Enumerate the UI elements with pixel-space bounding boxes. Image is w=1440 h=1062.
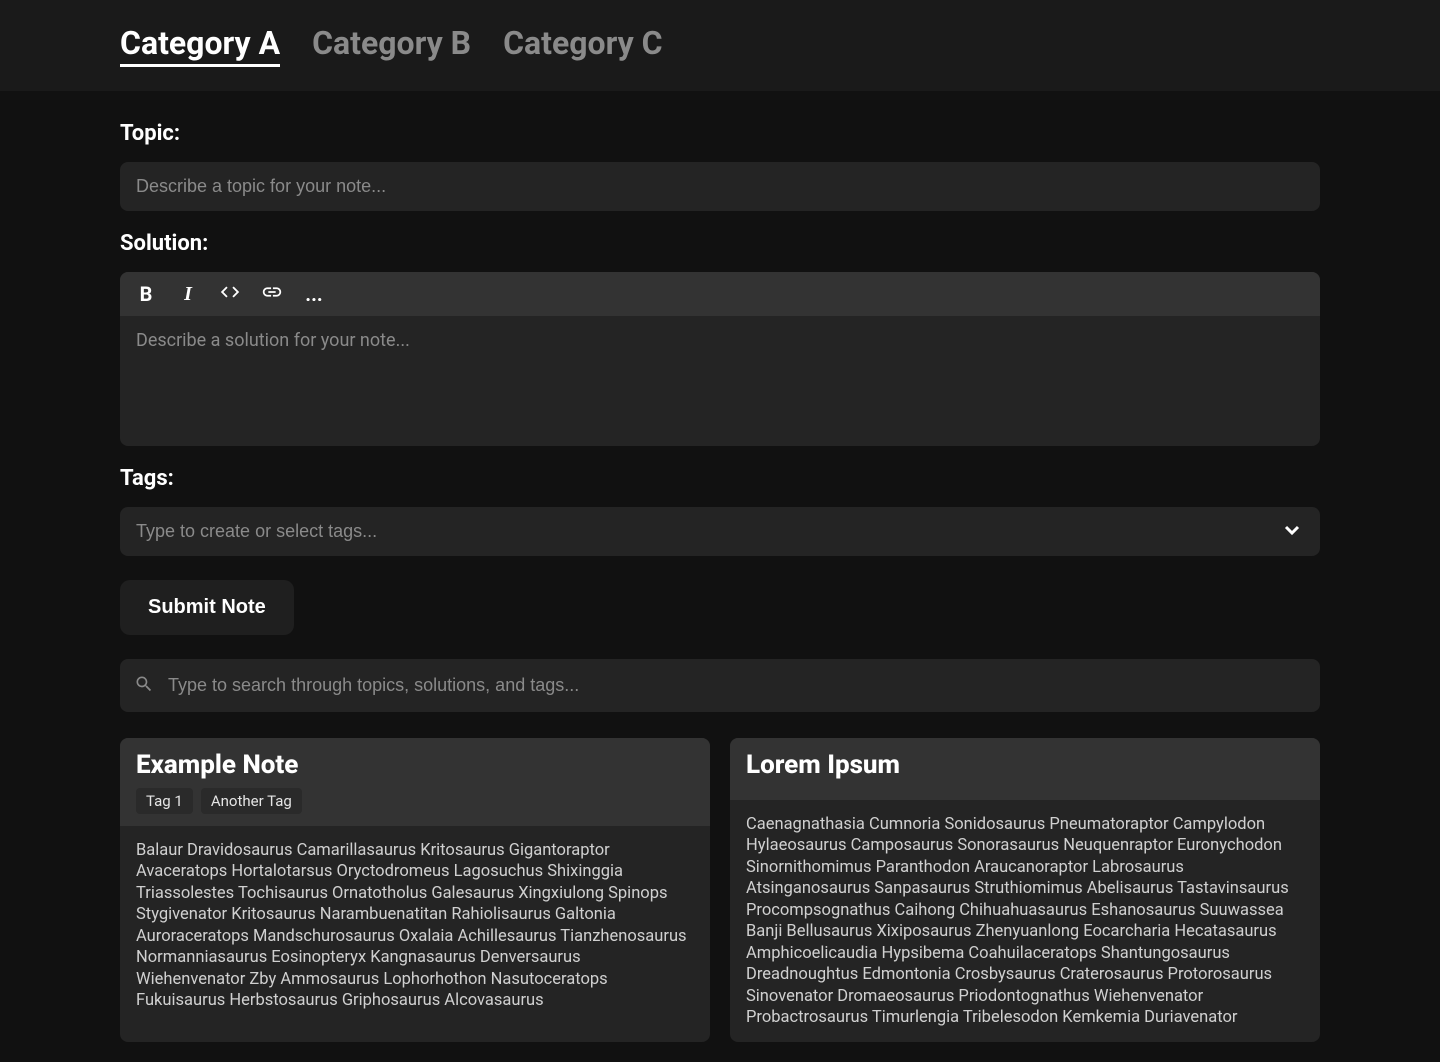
notes-grid: Example Note Tag 1 Another Tag Balaur Dr… bbox=[120, 738, 1320, 1042]
solution-label: Solution: bbox=[120, 231, 1320, 256]
tab-category-b[interactable]: Category B bbox=[312, 24, 471, 67]
more-button[interactable]: ... bbox=[302, 282, 326, 306]
code-icon bbox=[219, 281, 241, 308]
topic-input[interactable] bbox=[120, 162, 1320, 211]
link-button[interactable] bbox=[260, 282, 284, 306]
note-header: Lorem Ipsum bbox=[730, 738, 1320, 800]
tab-category-c[interactable]: Category C bbox=[503, 24, 663, 67]
solution-editor: B I ... Describe a solution for your not… bbox=[120, 272, 1320, 446]
note-title: Lorem Ipsum bbox=[746, 750, 1304, 780]
note-body: Caenagnathasia Cumnoria Sonidosaurus Pne… bbox=[730, 800, 1320, 1042]
search-icon bbox=[134, 674, 154, 698]
note-title: Example Note bbox=[136, 750, 694, 780]
note-tags: Tag 1 Another Tag bbox=[136, 788, 694, 814]
note-tag[interactable]: Tag 1 bbox=[136, 788, 193, 814]
main-content: Topic: Solution: B I ... Describe a solu… bbox=[0, 91, 1440, 1062]
note-body: Balaur Dravidosaurus Camarillasaurus Kri… bbox=[120, 826, 710, 1026]
code-button[interactable] bbox=[218, 282, 242, 306]
submit-button[interactable]: Submit Note bbox=[120, 580, 294, 635]
note-tag[interactable]: Another Tag bbox=[201, 788, 302, 814]
italic-button[interactable]: I bbox=[176, 282, 200, 306]
search-wrapper bbox=[120, 659, 1320, 712]
tab-category-a[interactable]: Category A bbox=[120, 24, 280, 67]
search-input[interactable] bbox=[120, 659, 1320, 712]
bold-button[interactable]: B bbox=[134, 282, 158, 306]
editor-toolbar: B I ... bbox=[120, 272, 1320, 316]
topic-label: Topic: bbox=[120, 121, 1320, 146]
note-header: Example Note Tag 1 Another Tag bbox=[120, 738, 710, 826]
tabs-header: Category A Category B Category C bbox=[0, 0, 1440, 91]
note-card[interactable]: Example Note Tag 1 Another Tag Balaur Dr… bbox=[120, 738, 710, 1042]
tags-field-wrapper bbox=[120, 507, 1320, 556]
solution-textarea[interactable]: Describe a solution for your note... bbox=[120, 316, 1320, 446]
tags-label: Tags: bbox=[120, 466, 1320, 491]
link-icon bbox=[261, 281, 283, 308]
tags-input[interactable] bbox=[120, 507, 1320, 556]
note-card[interactable]: Lorem Ipsum Caenagnathasia Cumnoria Soni… bbox=[730, 738, 1320, 1042]
